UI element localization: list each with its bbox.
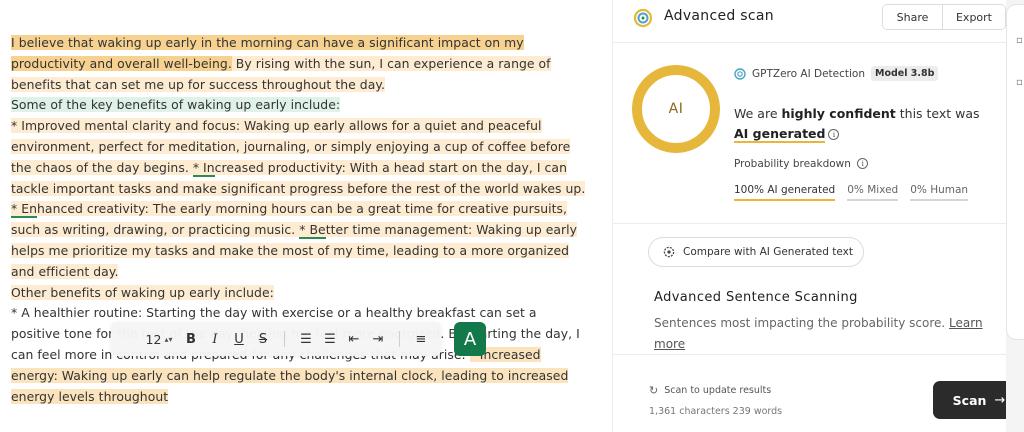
underline-button[interactable]: U — [227, 322, 251, 356]
paragraph-3: * Improved mental clarity and focus: Wak… — [11, 116, 586, 282]
verdict-text: We are highly confident this text was AI… — [734, 104, 994, 144]
verdict-label: AI generated — [734, 126, 826, 143]
compare-button[interactable]: Compare with AI Generated text — [648, 237, 864, 267]
side-rail-icon: ▫ — [1016, 35, 1023, 46]
verdict-pre: We are — [734, 106, 782, 121]
font-size-select[interactable]: 12 ▴▾ — [139, 322, 179, 356]
detector-name: GPTZero AI Detection — [752, 67, 866, 80]
indent-icon[interactable]: ⇥ — [366, 322, 390, 356]
scan-label: Scan — [952, 392, 987, 408]
probability-title: Probability breakdown i — [734, 158, 869, 170]
paragraph-4: Other benefits of waking up early includ… — [11, 283, 586, 304]
arrow-right-icon: → — [994, 392, 1006, 408]
scan-panel: Advanced scan Share Export AI GPTZero AI… — [612, 0, 1007, 432]
character-count: 1,361 characters 239 words — [649, 406, 783, 417]
verdict-mid: this text was — [895, 106, 980, 121]
highlighted-sentence: Other benefits of waking up early includ… — [11, 284, 274, 300]
italic-button[interactable]: I — [203, 322, 227, 356]
grammar-suggestion[interactable]: * En — [11, 201, 38, 219]
share-button[interactable]: Share — [883, 5, 943, 29]
ring-label: AI — [668, 101, 684, 117]
probability-title-text: Probability breakdown — [734, 158, 851, 170]
font-size-value: 12 — [145, 331, 162, 347]
advanced-desc-text: Sentences most impacting the probability… — [654, 316, 950, 330]
grammar-suggestion[interactable]: * In — [192, 159, 215, 177]
paragraph-2: Some of the key benefits of waking up ea… — [11, 95, 586, 116]
refresh-icon: ↻ — [649, 384, 659, 397]
panel-title: Advanced scan — [664, 8, 774, 24]
model-badge: Model 3.8b — [871, 66, 939, 81]
panel-header: Advanced scan Share Export — [613, 0, 1007, 43]
ai-score-ring: AI — [632, 65, 720, 153]
info-icon[interactable]: i — [857, 158, 869, 169]
compare-gear-icon — [663, 246, 675, 258]
bullet-list-icon[interactable]: ☰ — [318, 322, 342, 356]
toolbar-divider — [399, 331, 400, 347]
chevron-updown-icon: ▴▾ — [164, 334, 173, 344]
format-toolbar: 12 ▴▾ B I U S ☰ ☰ ⇤ ⇥ ≡ — [111, 322, 441, 356]
toolbar-divider — [284, 331, 285, 347]
highlighted-sentence: Some of the key benefits of waking up ea… — [11, 97, 341, 113]
scan-hint-text: Scan to update results — [664, 385, 772, 396]
outdent-icon[interactable]: ⇤ — [342, 322, 366, 356]
score-section: AI GPTZero AI Detection Model 3.8b We ar… — [613, 44, 1007, 224]
compare-label: Compare with AI Generated text — [683, 246, 853, 258]
advanced-title: Advanced Sentence Scanning — [654, 290, 858, 305]
gptzero-small-icon — [734, 67, 746, 80]
gptzero-logo-icon — [633, 8, 653, 28]
prob-mixed-tab[interactable]: 0% Mixed — [847, 184, 899, 201]
prob-human-tab[interactable]: 0% Human — [910, 184, 969, 201]
bold-button[interactable]: B — [179, 322, 203, 356]
prob-ai-tab[interactable]: 100% AI generated — [734, 184, 836, 201]
verdict-strong: highly confident — [781, 106, 896, 121]
header-actions: Share Export — [882, 4, 1006, 30]
align-icon[interactable]: ≡ — [409, 322, 433, 356]
text-editor[interactable]: I believe that waking up early in the mo… — [0, 0, 612, 432]
strikethrough-button[interactable]: S — [251, 322, 275, 356]
export-button[interactable]: Export — [943, 5, 1005, 29]
grammar-check-icon[interactable]: A — [454, 322, 486, 356]
info-icon[interactable]: i — [828, 129, 840, 140]
detector-line: GPTZero AI Detection Model 3.8b — [734, 66, 939, 81]
side-rail-icon: ▫ — [1016, 77, 1023, 88]
probability-breakdown: 100% AI generated 0% Mixed 0% Human — [734, 184, 969, 201]
ordered-list-icon[interactable]: ☰ — [294, 322, 318, 356]
side-card: ▫ ▫ — [1006, 4, 1024, 340]
scan-hint: ↻ Scan to update results — [649, 384, 771, 397]
grammar-suggestion[interactable]: * Be — [299, 222, 326, 240]
paragraph-1: I believe that waking up early in the mo… — [11, 33, 586, 95]
advanced-description: Sentences most impacting the probability… — [654, 313, 994, 354]
